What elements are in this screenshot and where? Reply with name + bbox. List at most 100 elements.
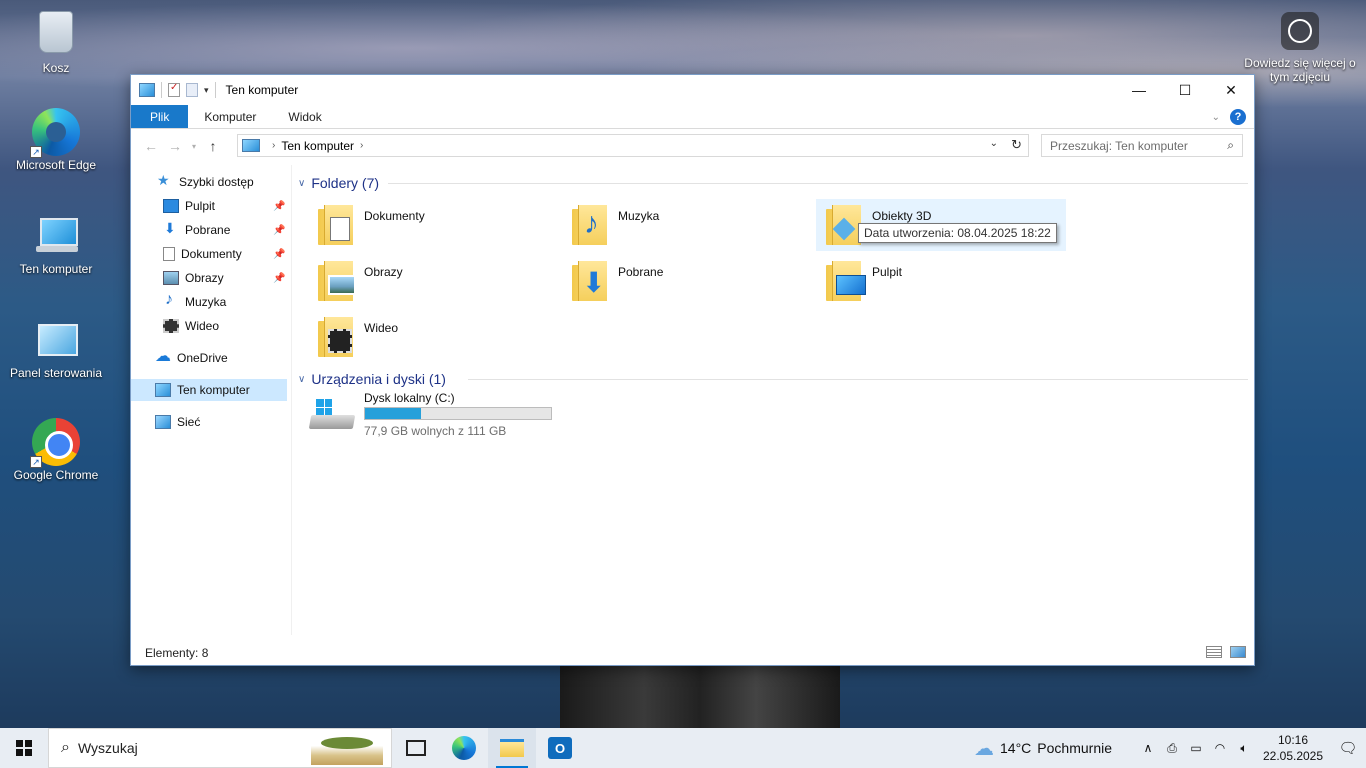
weather-widget[interactable]: ☁ 14°C Pochmurnie [974,736,1112,761]
new-folder-icon[interactable] [186,83,198,97]
task-view-icon [406,740,426,756]
learn-more-line2: tym zdjęciu [1269,70,1331,84]
pin-icon: 📌 [273,224,286,236]
folder-tile-documents[interactable]: Dokumenty [308,199,558,251]
search-icon: ⌕ [61,739,70,756]
taskbar-outlook[interactable]: O [536,728,584,768]
desktop-icon-chrome[interactable]: ↗ Google Chrome [6,418,106,483]
collapse-chevron-icon[interactable]: ∨ [298,178,305,189]
view-toggle [1206,646,1246,658]
clock[interactable]: 10:16 22.05.2025 [1262,732,1324,764]
windows-logo-icon [16,740,32,756]
chevron-up-icon[interactable]: ∧ [1136,741,1160,755]
nav-item-label: Wideo [185,319,220,333]
pictures-icon [163,271,179,285]
customize-toolbar-chevron-icon[interactable]: ▾ [204,85,209,96]
nav-item-desktop[interactable]: Pulpit 📌 [163,195,287,217]
desktop-icon [163,199,179,213]
edge-icon [452,736,476,760]
system-tray: ☁ 14°C Pochmurnie ∧ ⎙ ▭ ◠ 🔈︎ 10:16 22.05… [974,728,1366,768]
help-icon[interactable]: ? [1230,109,1246,125]
maximize-button[interactable]: ☐ [1162,75,1208,105]
learn-more-about-picture[interactable]: Dowiedz się więcej o tym zdjęciu [1240,12,1360,84]
search-icon: ⌕ [1227,138,1234,152]
taskbar-edge[interactable] [440,728,488,768]
minimize-button[interactable]: — [1116,75,1162,105]
desktop-icon-recycle-bin[interactable]: Kosz [6,8,106,76]
weather-condition: Pochmurnie [1037,740,1112,756]
properties-icon[interactable] [168,82,180,97]
notifications-icon[interactable]: 🗨︎ [1330,739,1366,757]
search-input[interactable]: Przeszukaj: Ten komputer ⌕ [1041,134,1243,157]
download-arrow-icon: ⬇ [582,267,606,298]
tab-computer[interactable]: Komputer [188,105,272,128]
pin-icon: 📌 [273,248,286,260]
start-button[interactable] [0,728,48,768]
outlook-icon: O [548,737,572,759]
recent-locations-chevron-icon[interactable]: ▾ [187,142,201,151]
expand-ribbon-chevron-icon[interactable]: ⌄ [1212,112,1220,123]
title-bar[interactable]: ▾ Ten komputer — ☐ ✕ [131,75,1254,105]
nav-item-downloads[interactable]: Pobrane 📌 [163,219,287,241]
clock-time: 10:16 [1277,733,1309,747]
folder-tile-videos[interactable]: Wideo [308,311,558,363]
folder-name: Dokumenty [364,209,425,223]
folder-name: Obiekty 3D [872,209,932,223]
breadcrumb-this-pc[interactable]: Ten komputer [281,139,354,153]
wifi-icon[interactable]: ◠ [1208,741,1232,755]
film-strip-icon [328,329,352,353]
details-view-icon[interactable] [1206,646,1222,658]
nav-item-label: Pulpit [185,199,216,213]
taskbar-file-explorer[interactable] [488,728,536,768]
collapse-chevron-icon[interactable]: ∨ [298,374,305,385]
folders-group-header[interactable]: ∨ Foldery (7) [298,173,379,193]
desktop-icon-label: Kosz [42,61,70,75]
volume-icon[interactable]: 🔈︎ [1232,741,1256,756]
close-button[interactable]: ✕ [1208,75,1254,105]
nav-quick-access[interactable]: Szybki dostęp [157,171,287,193]
computer-icon [139,83,155,97]
folder-name: Muzyka [618,209,660,223]
pin-icon: 📌 [273,200,286,212]
breadcrumb-separator-icon[interactable]: › [360,140,363,151]
battery-icon[interactable]: ▭ [1184,741,1208,755]
desktop-icon-this-pc[interactable]: Ten komputer [6,212,106,277]
forward-button[interactable]: → [163,138,187,154]
devices-group-header[interactable]: ∨ Urządzenia i dyski (1) [298,369,446,389]
folder-tile-pictures[interactable]: Obrazy [308,255,558,307]
nav-item-label: Muzyka [185,295,227,309]
address-history-chevron-icon[interactable]: ⌄ [990,138,998,149]
nav-network[interactable]: Sieć [155,411,287,433]
breadcrumb-separator-icon[interactable]: › [272,140,275,151]
meet-now-icon[interactable]: ⎙ [1160,741,1184,756]
folder-tile-desktop[interactable]: Pulpit [816,255,1066,307]
taskbar-search-box[interactable]: ⌕ Wyszukaj [48,728,392,768]
nav-this-pc[interactable]: Ten komputer [131,379,287,401]
search-highlight-image [311,733,383,765]
nav-item-documents[interactable]: Dokumenty 📌 [163,243,287,265]
folder-tile-downloads[interactable]: ⬇ Pobrane [562,255,812,307]
task-view-button[interactable] [392,728,440,768]
folder-name: Pobrane [618,265,664,279]
nav-item-music[interactable]: Muzyka [163,291,287,313]
large-icons-view-icon[interactable] [1230,646,1246,658]
up-button[interactable]: ↑ [201,138,225,154]
content-pane: ∨ Foldery (7) Dokumenty ♪ Muzyka Obiekty… [291,165,1253,635]
devices-group-title: Urządzenia i dyski (1) [311,371,446,387]
tab-view[interactable]: Widok [272,105,337,128]
nav-item-pictures[interactable]: Obrazy 📌 [163,267,287,289]
folder-tile-music[interactable]: ♪ Muzyka [562,199,812,251]
desktop-icon-edge[interactable]: ↗ Microsoft Edge [6,108,106,173]
back-button[interactable]: ← [139,138,163,154]
refresh-icon[interactable]: ↻ [1011,137,1022,153]
folder-tile-3d-objects[interactable]: Obiekty 3D Data utworzenia: 08.04.2025 1… [816,199,1066,251]
drive-tile-c[interactable]: Dysk lokalny (C:) 77,9 GB wolnych z 111 … [302,391,602,443]
camera-info-icon [1281,12,1319,50]
desktop-icon-control-panel[interactable]: Panel sterowania [6,316,106,381]
recycle-bin-icon [32,11,80,59]
tab-file[interactable]: Plik [131,105,189,128]
nav-item-videos[interactable]: Wideo [163,315,287,337]
address-bar[interactable]: › Ten komputer › ⌄ ↻ [237,134,1029,157]
nav-onedrive[interactable]: OneDrive [155,346,287,369]
nav-item-label: Pobrane [185,223,231,237]
